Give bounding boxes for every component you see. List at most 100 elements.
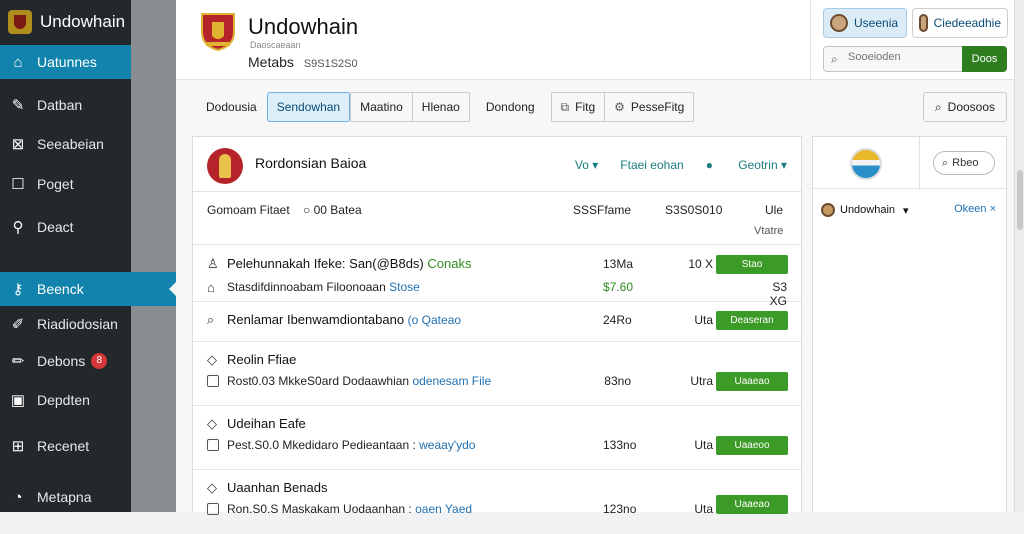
tab-dondong[interactable]: Dondong xyxy=(476,92,545,122)
panel-search-label: Rbeo xyxy=(952,157,979,169)
sidebar-item-riadiodosian[interactable]: ✐ Riadiodosian xyxy=(0,307,131,341)
card-title: Rordonsian Baioa xyxy=(255,155,367,171)
sidebar-item-label: Datban xyxy=(37,97,83,113)
row-subtitle: Stasdifdinnoabam Filoonoaan Stose xyxy=(227,280,420,294)
search-button[interactable]: Doos xyxy=(962,46,1007,72)
panel-close-link[interactable]: Okeen × xyxy=(954,203,996,215)
avatar xyxy=(821,203,835,217)
tab-dodousia[interactable]: Dodousia xyxy=(196,92,267,122)
user-button-label: Useenia xyxy=(854,16,899,30)
tab-sendowhan[interactable]: Sendowhan xyxy=(266,92,351,122)
user-button-label: Ciedeeadhie xyxy=(933,16,1001,30)
row-link[interactable]: (o Qateao xyxy=(408,313,461,327)
row-link[interactable]: weaay'ydo xyxy=(419,438,475,452)
row-checkbox[interactable] xyxy=(207,439,219,451)
gear-icon: ⚙ xyxy=(614,100,625,114)
panel-user-label: Undowhain xyxy=(840,204,896,216)
site-subtitle: Daoscaeaan xyxy=(250,40,301,50)
admin-sidebar: Undowhain ⌂ Uatunnes ✎ Datban ⊠ Seeabeia… xyxy=(0,0,131,512)
row-subtitle-text: Stasdifdinnoabam Filoonoaan xyxy=(227,280,390,294)
sidebar-item-poget[interactable]: ☐ Poget xyxy=(0,167,131,201)
sidebar-item-beenck[interactable]: ⚷ Beenck xyxy=(0,272,131,306)
pin-icon: ✐ xyxy=(11,316,25,333)
row-checkbox[interactable] xyxy=(207,375,219,387)
table-header: Gomoam Fitaet ○ 00 Batea SSSFfame S3S0S0… xyxy=(193,193,801,245)
row-subtitle: Pest.S0.0 Mkedidaro Pedieantaan : weaay'… xyxy=(227,438,475,452)
view-dropdown-label: Vo xyxy=(574,158,589,172)
user-button-1[interactable]: Useenia xyxy=(823,8,907,38)
row-link[interactable]: Stose xyxy=(389,280,420,294)
table-row[interactable]: ♙ Pelehunnakah Ifeke: San(@B8ds) Conaks … xyxy=(193,246,801,308)
site-meta: Metabs S9S1S2S0 xyxy=(248,54,358,70)
options-dropdown[interactable]: ● Geotrin ▾ xyxy=(706,158,787,172)
site-title: Undowhain xyxy=(248,14,359,39)
panel-search-button[interactable]: ⌕ Rbeo xyxy=(933,151,995,175)
row-link[interactable]: odenesam File xyxy=(412,374,491,388)
grid-icon: ⊞ xyxy=(11,438,25,455)
row-unit: 10 X xyxy=(688,257,713,271)
tab-pessefitg[interactable]: ⚙ PesseFitg xyxy=(605,92,695,122)
search-icon: ⌕ xyxy=(934,99,942,114)
column-type: Ule xyxy=(765,203,784,217)
row-action-button[interactable]: Uaaeao xyxy=(716,372,788,391)
row-action-button[interactable]: Uaaeoo xyxy=(716,436,788,455)
sidebar-item-deact[interactable]: ⚲ Deact xyxy=(0,210,131,244)
sidebar-item-label: Riadiodosian xyxy=(37,316,118,332)
filter-link[interactable]: Ftaei eohan xyxy=(620,158,683,172)
panel-user-dropdown[interactable]: Undowhain ▾ xyxy=(821,203,909,217)
card-header: Rordonsian Baioa Vo ▾ Ftaei eohan ● Geot… xyxy=(193,137,801,192)
table-row[interactable]: ◇ Uaanhan Benads Ron.S0.S Maskakam Uodaa… xyxy=(193,470,801,534)
puzzle-icon: ⊠ xyxy=(11,136,25,153)
avatar xyxy=(919,14,928,32)
row-title-text: Pelehunnakah Ifeke: San(@B8ds) xyxy=(227,256,428,271)
scrollbar[interactable] xyxy=(1014,0,1024,512)
search-icon: ⌕ xyxy=(207,312,215,327)
site-meta-value: S9S1S2S0 xyxy=(303,58,358,70)
view-dropdown[interactable]: Vo ▾ xyxy=(553,158,598,172)
user-icon: ♙ xyxy=(207,256,219,271)
panel-header: ⌕ Rbeo xyxy=(813,137,1006,189)
row-price: $7.60 xyxy=(603,280,634,294)
tab-fitg[interactable]: ⧉ Fitg xyxy=(550,92,606,122)
row-action-button[interactable]: Deaseran xyxy=(716,311,788,330)
sidebar-item-label: Deact xyxy=(37,219,74,235)
row-size: 13Ma xyxy=(603,257,634,271)
row-size: 24Ro xyxy=(603,313,632,327)
tab-hlenao[interactable]: Hlenao xyxy=(412,92,470,122)
sidebar-item-metapna[interactable]: ◔ Metapna xyxy=(0,480,131,514)
tab-maatino[interactable]: Maatino xyxy=(350,92,413,122)
tab-label: PesseFitg xyxy=(630,100,685,114)
header-tools: Useenia Ciedeeadhie ⌕ Doos xyxy=(810,0,1024,80)
sidebar-item-recenet[interactable]: ⊞ Recenet xyxy=(0,429,131,463)
card-logo-icon xyxy=(207,148,243,184)
row-action-button[interactable]: Uaaeao xyxy=(716,495,788,514)
table-row[interactable]: ◇ Udeihan Eafe Pest.S0.0 Mkedidaro Pedie… xyxy=(193,406,801,470)
table-row[interactable]: ⌕ Renlamar Ibenwamdiontabano (o Qateao 2… xyxy=(193,302,801,342)
sidebar-item-depdten[interactable]: ▣ Depdten xyxy=(0,383,131,417)
user-button-2[interactable]: Ciedeeadhie xyxy=(912,8,1008,38)
search-tab-button[interactable]: ⌕ Doosoos xyxy=(923,92,1007,122)
row-size: 133no xyxy=(603,438,637,452)
row-title: Uaanhan Benads xyxy=(227,480,328,495)
row-checkbox[interactable] xyxy=(207,503,219,515)
row-link[interactable]: oaen Yaed xyxy=(415,502,472,516)
scrollbar-thumb[interactable] xyxy=(1017,170,1023,230)
sidebar-brand[interactable]: Undowhain xyxy=(0,0,131,44)
sidebar-item-label: Poget xyxy=(37,176,74,192)
row-subtitle: Rost0.03 MkkeS0ard Dodaawhian odenesam F… xyxy=(227,374,491,388)
column-status-label: 00 Batea xyxy=(313,203,362,217)
emblem-icon xyxy=(850,148,882,180)
sidebar-item-debons[interactable]: ✏ Debons 8 xyxy=(0,344,131,378)
sidebar-brand-label: Undowhain xyxy=(40,12,126,31)
row-subtitle-text: Pest.S0.0 Mkedidaro Pedieantaan : xyxy=(227,438,420,452)
row-title: Reolin Ffiae xyxy=(227,352,297,367)
table-row[interactable]: ◇ Reolin Ffiae Rost0.03 MkkeS0ard Dodaaw… xyxy=(193,342,801,406)
search-input[interactable] xyxy=(848,51,958,63)
sidebar-item-uatunnes[interactable]: ⌂ Uatunnes xyxy=(0,45,131,79)
row-subtitle: Ron.S0.S Maskakam Uodaanhan : oaen Yaed xyxy=(227,502,472,516)
sidebar-item-seeabeian[interactable]: ⊠ Seeabeian xyxy=(0,127,131,161)
row-size: 123no xyxy=(603,502,637,516)
column-size: SSSFfame xyxy=(573,203,632,217)
sidebar-item-datban[interactable]: ✎ Datban xyxy=(0,88,131,122)
row-action-button[interactable]: Stao xyxy=(716,255,788,274)
